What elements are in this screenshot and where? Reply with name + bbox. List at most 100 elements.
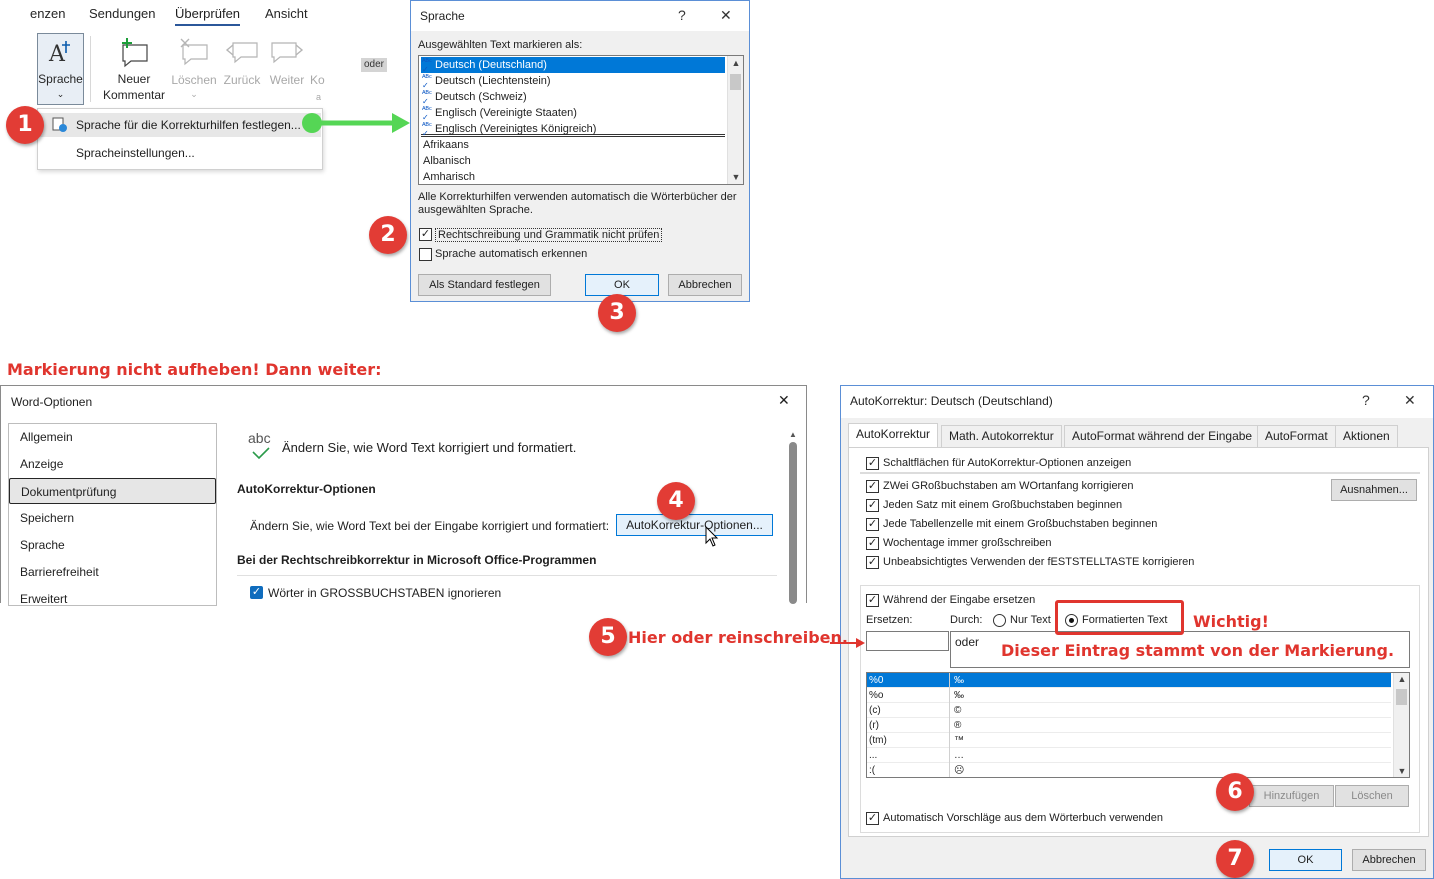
dialog-titlebar: AutoKorrektur: Deutsch (Deutschland) ? ✕ bbox=[841, 386, 1433, 418]
ok-button[interactable]: OK bbox=[585, 274, 659, 296]
add-button[interactable]: Hinzufügen bbox=[1249, 785, 1334, 807]
auto-detect-checkbox[interactable] bbox=[419, 248, 432, 261]
nav-item-anzeige[interactable]: Anzeige bbox=[9, 451, 216, 477]
scroll-thumb[interactable] bbox=[789, 442, 797, 604]
check-label[interactable]: Wochentage immer großschreiben bbox=[883, 537, 1052, 549]
capslock-checkbox[interactable]: ✓ bbox=[866, 556, 879, 569]
table-row[interactable]: ...… bbox=[867, 748, 1391, 763]
dictionary-suggestions-checkbox[interactable]: ✓ bbox=[866, 812, 879, 825]
close-icon[interactable]: ✕ bbox=[1404, 392, 1416, 409]
nav-item-sprache[interactable]: Sprache bbox=[9, 532, 216, 558]
cancel-button[interactable]: Abbrechen bbox=[1352, 849, 1426, 871]
weiter-button[interactable]: Weiter bbox=[266, 35, 308, 95]
two-caps-checkbox[interactable]: ✓ bbox=[866, 480, 879, 493]
ok-button[interactable]: OK bbox=[1269, 849, 1342, 871]
weekday-caps-checkbox[interactable]: ✓ bbox=[866, 537, 879, 550]
autokorrektur-table[interactable]: %0 ‰ %o ‰ (c) © (r) ® (tm) ™ ...… :(☹ ▲ ▼ bbox=[866, 672, 1410, 778]
ersetzen-input[interactable] bbox=[866, 631, 949, 651]
list-item[interactable]: ᴬᴮᶜ ✓ Deutsch (Liechtenstein) bbox=[421, 73, 725, 90]
ignore-uppercase-label[interactable]: Wörter in GROSSBUCHSTABEN ignorieren bbox=[268, 586, 501, 600]
menu-item-set-proofing-language[interactable]: Sprache für die Korrekturhilfen festlege… bbox=[76, 118, 301, 132]
delete-button[interactable]: Löschen bbox=[1335, 785, 1409, 807]
tab-autoformat[interactable]: AutoFormat bbox=[1257, 425, 1336, 447]
close-icon[interactable]: ✕ bbox=[778, 392, 790, 409]
scroll-up-icon[interactable]: ▲ bbox=[789, 430, 797, 439]
replace-while-typing-checkbox[interactable]: ✓ bbox=[866, 594, 879, 607]
nav-item-speichern[interactable]: Speichern bbox=[9, 505, 216, 531]
list-label: Ausgewählten Text markieren als: bbox=[418, 39, 583, 51]
nav-item-dokumentpruefung[interactable]: Dokumentprüfung bbox=[9, 478, 216, 504]
check-label[interactable]: Unbeabsichtigtes Verwenden der fESTSTELL… bbox=[883, 556, 1194, 568]
check-label[interactable]: Jede Tabellenzelle mit einem Großbuchsta… bbox=[883, 518, 1157, 530]
list-item[interactable]: Albanisch bbox=[421, 153, 725, 169]
dialog-title: AutoKorrektur: Deutsch (Deutschland) bbox=[850, 394, 1053, 408]
ersetzen-label: Ersetzen: bbox=[866, 614, 913, 626]
tab-referenzen[interactable]: enzen bbox=[30, 6, 65, 21]
table-cell-caps-checkbox[interactable]: ✓ bbox=[866, 518, 879, 531]
help-icon[interactable]: ? bbox=[1362, 392, 1370, 408]
no-spellcheck-checkbox[interactable]: ✓ bbox=[419, 228, 432, 241]
scroll-thumb[interactable] bbox=[1396, 689, 1407, 705]
nav-item-barrierefreiheit[interactable]: Barrierefreiheit bbox=[9, 559, 216, 585]
replace-while-typing-label[interactable]: Während der Eingabe ersetzen bbox=[883, 594, 1035, 606]
auto-detect-label[interactable]: Sprache automatisch erkennen bbox=[435, 248, 587, 260]
loeschen-button[interactable]: Löschen ⌄ bbox=[170, 35, 218, 105]
tab-ueberpruefen[interactable]: Überprüfen bbox=[175, 6, 241, 26]
check-label[interactable]: ZWei GRoßbuchstaben am WOrtanfang korrig… bbox=[883, 480, 1133, 492]
help-icon[interactable]: ? bbox=[678, 7, 686, 23]
list-item[interactable]: ᴬᴮᶜ ✓ Englisch (Vereinigtes Königreich) bbox=[421, 121, 725, 138]
show-buttons-checkbox[interactable]: ✓ bbox=[866, 457, 879, 470]
table-scrollbar[interactable]: ▲ ▼ bbox=[1393, 673, 1409, 777]
scroll-thumb[interactable] bbox=[730, 74, 741, 90]
options-scrollbar[interactable]: ▲ bbox=[789, 430, 797, 604]
next-comment-icon bbox=[271, 42, 304, 64]
sentence-caps-checkbox[interactable]: ✓ bbox=[866, 499, 879, 512]
table-row[interactable]: %0 ‰ bbox=[867, 673, 1391, 688]
no-spellcheck-label[interactable]: Rechtschreibung und Grammatik nicht prüf… bbox=[435, 228, 663, 242]
tab-autoformat-eingabe[interactable]: AutoFormat während der Eingabe bbox=[1064, 425, 1261, 447]
list-item[interactable]: ᴬᴮᶜ ✓ Deutsch (Schweiz) bbox=[421, 89, 725, 106]
language-list[interactable]: ᴬᴮᶜ ✓ Deutsch (Deutschland) ᴬᴮᶜ ✓ Deutsch (L… bbox=[418, 55, 744, 185]
table-row[interactable]: (tm) ™ bbox=[867, 733, 1391, 748]
autokorrektur-options-button[interactable]: AutoKorrektur-Optionen... bbox=[616, 514, 773, 536]
tab-autokorrektur[interactable]: AutoKorrektur bbox=[848, 423, 939, 448]
scroll-down-icon[interactable]: ▼ bbox=[1394, 766, 1409, 776]
table-row[interactable]: (r) ® bbox=[867, 718, 1391, 733]
table-row[interactable]: (c) © bbox=[867, 703, 1391, 718]
list-item[interactable]: Afrikaans bbox=[421, 137, 725, 153]
checkmark-icon bbox=[252, 447, 270, 460]
spellcheck-icon: ᴬᴮᶜ ✓ bbox=[422, 57, 432, 74]
tab-ansicht[interactable]: Ansicht bbox=[265, 6, 308, 21]
plain-text-label[interactable]: Nur Text bbox=[1010, 614, 1051, 626]
dictionary-suggestions-label[interactable]: Automatisch Vorschläge aus dem Wörterbuc… bbox=[883, 812, 1163, 824]
set-default-button[interactable]: Als Standard festlegen bbox=[418, 274, 551, 296]
table-row[interactable]: :(☹ bbox=[867, 763, 1391, 777]
table-row[interactable]: %o ‰ bbox=[867, 688, 1391, 703]
check-label[interactable]: Schaltflächen für AutoKorrektur-Optionen… bbox=[883, 457, 1131, 469]
neuer-kommentar-button[interactable]: Neuer Kommentar bbox=[100, 35, 168, 105]
abc-icon: abc bbox=[248, 430, 271, 446]
ignore-uppercase-checkbox[interactable]: ✓ bbox=[250, 586, 263, 599]
scroll-up-icon[interactable]: ▲ bbox=[1394, 674, 1409, 684]
list-item[interactable]: ᴬᴮᶜ ✓ Englisch (Vereinigte Staaten) bbox=[421, 105, 725, 122]
nav-item-allgemein[interactable]: Allgemein bbox=[9, 424, 216, 450]
close-icon[interactable]: ✕ bbox=[720, 7, 732, 24]
scroll-up-icon[interactable]: ▲ bbox=[728, 58, 743, 68]
tab-sendungen[interactable]: Sendungen bbox=[89, 6, 156, 21]
menu-item-language-settings[interactable]: Spracheinstellungen... bbox=[76, 146, 195, 160]
sprache-button[interactable]: A Sprache ⌄ bbox=[37, 33, 84, 105]
cancel-button[interactable]: Abbrechen bbox=[668, 274, 742, 296]
plain-text-radio[interactable] bbox=[993, 614, 1006, 627]
scroll-down-icon[interactable]: ▼ bbox=[728, 172, 743, 182]
zurueck-button[interactable]: Zurück bbox=[220, 35, 264, 95]
exceptions-button[interactable]: Ausnahmen... bbox=[1331, 479, 1417, 501]
nav-item-erweitert[interactable]: Erweitert bbox=[9, 586, 216, 605]
check-label[interactable]: Jeden Satz mit einem Großbuchstaben begi… bbox=[883, 499, 1122, 511]
mouse-cursor-icon bbox=[705, 526, 719, 547]
step-badge-2: 2 bbox=[369, 216, 407, 254]
tab-math-autokorrektur[interactable]: Math. Autokorrektur bbox=[941, 425, 1062, 447]
list-scrollbar[interactable]: ▲ ▼ bbox=[727, 56, 743, 184]
list-item[interactable]: Amharisch bbox=[421, 169, 725, 184]
list-item[interactable]: ᴬᴮᶜ ✓ Deutsch (Deutschland) bbox=[421, 57, 725, 74]
tab-aktionen[interactable]: Aktionen bbox=[1335, 425, 1398, 447]
